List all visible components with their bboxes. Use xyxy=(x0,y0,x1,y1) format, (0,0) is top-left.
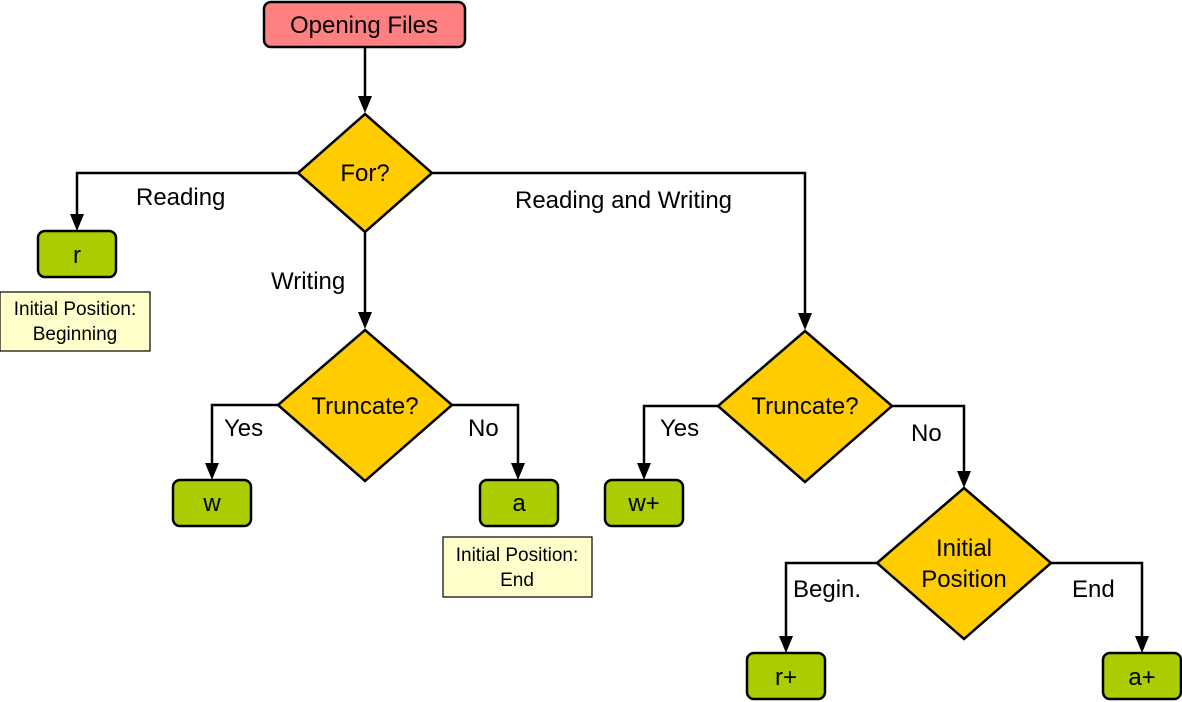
edge-label-no-rw: No xyxy=(911,420,942,447)
arrowhead xyxy=(779,636,793,653)
terminal-a-label: a xyxy=(512,490,526,517)
edge-label-yes: Yes xyxy=(224,415,263,442)
edge-label-begin: Begin. xyxy=(793,576,861,603)
note-r: Initial Position: Beginning xyxy=(0,291,151,352)
terminal-r-label: r xyxy=(73,242,81,269)
decision-for[interactable]: For? xyxy=(296,112,434,234)
terminal-r[interactable]: r xyxy=(36,229,118,279)
terminal-rplus-label: r+ xyxy=(775,664,797,691)
note-a-line2: End xyxy=(500,570,534,591)
decision-diamond xyxy=(875,486,1053,641)
arrowhead xyxy=(1135,636,1149,653)
terminal-rplus[interactable]: r+ xyxy=(745,651,827,701)
start-label: Opening Files xyxy=(290,12,438,39)
terminal-aplus[interactable]: a+ xyxy=(1101,651,1182,701)
decision-truncate-rw-label: Truncate? xyxy=(751,393,858,420)
terminal-a[interactable]: a xyxy=(478,478,560,528)
decision-initpos-label-1: Initial xyxy=(936,535,992,562)
decision-initpos-label-2: Position xyxy=(921,566,1006,593)
decision-truncate-rw[interactable]: Truncate? xyxy=(716,329,894,484)
start-node[interactable]: Opening Files xyxy=(262,0,467,49)
note-r-line2: Beginning xyxy=(33,324,118,345)
note-a-line1: Initial Position: xyxy=(456,545,579,566)
flowchart: Opening Files For? Truncate? Truncate? I… xyxy=(0,0,1182,701)
decision-initial-position[interactable]: Initial Position xyxy=(875,486,1053,641)
edge-label-yes-rw: Yes xyxy=(660,415,699,442)
arrowhead xyxy=(358,312,372,329)
decision-truncate-writing[interactable]: Truncate? xyxy=(276,328,454,483)
terminal-aplus-label: a+ xyxy=(1128,664,1155,691)
decision-for-label: For? xyxy=(340,160,389,187)
note-a: Initial Position: End xyxy=(442,536,593,598)
arrowhead xyxy=(358,96,372,113)
edge-label-end: End xyxy=(1072,576,1115,603)
terminal-w-label: w xyxy=(202,490,221,517)
terminal-wplus-label: w+ xyxy=(627,490,659,517)
edge-label-writing: Writing xyxy=(271,268,345,295)
edge-label-no: No xyxy=(468,415,499,442)
edge-label-reading: Reading xyxy=(136,184,225,211)
arrowhead xyxy=(205,463,219,480)
arrowhead xyxy=(511,463,525,480)
arrowhead xyxy=(70,214,84,231)
edge-label-reading-writing: Reading and Writing xyxy=(515,187,732,214)
terminal-wplus[interactable]: w+ xyxy=(603,478,685,528)
terminal-w[interactable]: w xyxy=(171,478,253,528)
decision-truncate-label: Truncate? xyxy=(311,393,418,420)
arrowhead xyxy=(637,463,651,480)
note-r-line1: Initial Position: xyxy=(14,299,137,320)
arrowhead xyxy=(798,313,812,330)
arrowhead xyxy=(957,471,971,488)
